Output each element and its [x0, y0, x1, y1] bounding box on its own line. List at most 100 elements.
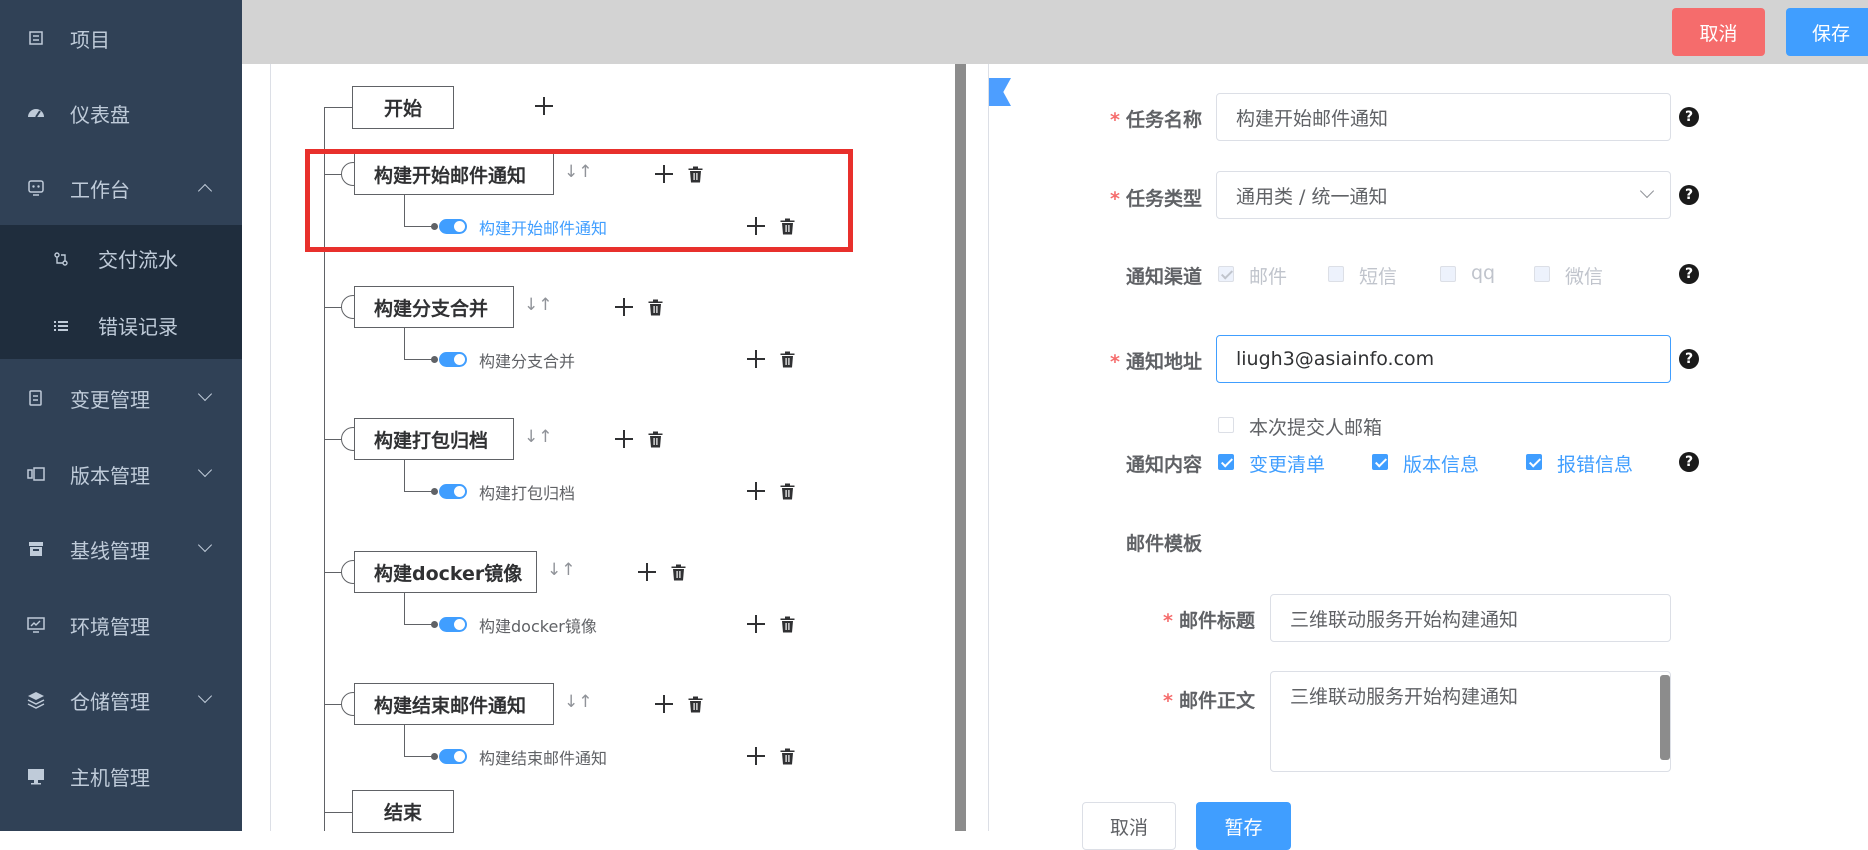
delete-icon[interactable]	[648, 431, 663, 448]
sidebar-item-environment[interactable]: 环境管理	[0, 587, 242, 663]
sort-icon[interactable]: ↓↑	[524, 427, 553, 447]
help-icon[interactable]: ?	[1679, 349, 1699, 369]
panel-border	[988, 64, 989, 831]
connector	[404, 491, 432, 492]
sidebar-item-label: 错误记录	[98, 315, 178, 339]
task-name-label: * 任务名称	[1110, 109, 1202, 131]
cancel-button[interactable]: 取消	[1672, 8, 1765, 56]
add-task-icon[interactable]	[746, 746, 766, 766]
mail-body-textarea[interactable]: 三维联动服务开始构建通知	[1270, 671, 1671, 772]
help-icon[interactable]: ?	[1679, 107, 1699, 127]
textarea-scrollbar[interactable]	[1660, 675, 1670, 760]
submitter-email-checkbox[interactable]	[1218, 417, 1234, 433]
mail-body-label: * 邮件正文	[1163, 690, 1255, 712]
mail-title-input[interactable]: 三维联动服务开始构建通知	[1270, 594, 1671, 642]
save-button[interactable]: 保存	[1786, 8, 1868, 56]
add-node-icon[interactable]	[654, 694, 674, 714]
form-cancel-button[interactable]: 取消	[1082, 802, 1176, 850]
connector	[404, 593, 405, 624]
add-node-icon[interactable]	[534, 96, 554, 116]
delete-icon[interactable]	[780, 616, 795, 633]
help-icon[interactable]: ?	[1679, 452, 1699, 472]
flow-node[interactable]: 构建结束邮件通知	[354, 683, 554, 725]
sidebar-item-project[interactable]: 项目	[0, 0, 242, 76]
flow-node[interactable]: 构建docker镜像	[354, 551, 537, 593]
sub-task-label[interactable]: 构建结束邮件通知	[479, 745, 607, 769]
task-type-label: * 任务类型	[1110, 188, 1202, 210]
add-task-icon[interactable]	[746, 349, 766, 369]
help-icon[interactable]: ?	[1679, 185, 1699, 205]
delete-icon[interactable]	[780, 483, 795, 500]
add-task-icon[interactable]	[746, 614, 766, 634]
connector	[404, 359, 432, 360]
channel-qq-checkbox[interactable]	[1440, 266, 1456, 282]
delete-icon[interactable]	[671, 564, 686, 581]
sidebar-item-host[interactable]: 主机管理	[0, 738, 242, 814]
sort-icon[interactable]: ↓↑	[547, 560, 576, 580]
delete-icon[interactable]	[780, 351, 795, 368]
delete-icon[interactable]	[648, 299, 663, 316]
task-toggle[interactable]	[439, 352, 467, 367]
help-icon[interactable]: ?	[1679, 264, 1699, 284]
task-type-value: 通用类 / 统一通知	[1236, 185, 1388, 208]
sidebar-item-label: 主机管理	[70, 765, 150, 790]
sidebar-item-pipeline[interactable]: 交付流水	[0, 225, 242, 292]
flow-start-node[interactable]: 开始	[352, 86, 454, 129]
delete-icon[interactable]	[688, 696, 703, 713]
content-version-checkbox[interactable]	[1372, 454, 1388, 470]
add-task-icon[interactable]	[746, 481, 766, 501]
sidebar-item-dashboard[interactable]: 仪表盘	[0, 75, 242, 151]
task-toggle[interactable]	[439, 484, 467, 499]
channel-wechat-checkbox[interactable]	[1534, 266, 1550, 282]
task-name-input[interactable]: 构建开始邮件通知	[1216, 93, 1671, 141]
sub-task-label[interactable]: 构建打包归档	[479, 480, 575, 504]
chevron-down-icon	[197, 537, 213, 553]
connector-dot	[431, 753, 438, 760]
sort-icon[interactable]: ↓↑	[564, 692, 593, 712]
sidebar-item-label: 仪表盘	[70, 102, 130, 127]
version-icon	[26, 464, 46, 484]
sidebar-item-baseline[interactable]: 基线管理	[0, 511, 242, 587]
sidebar-item-error-log[interactable]: 错误记录	[0, 292, 242, 359]
mail-title-label: * 邮件标题	[1163, 610, 1255, 632]
sub-task-label[interactable]: 构建分支合并	[479, 348, 575, 372]
address-input[interactable]: liugh3@asiainfo.com	[1216, 335, 1671, 383]
change-icon	[26, 388, 46, 408]
content-errors-checkbox[interactable]	[1526, 454, 1542, 470]
flow-node[interactable]: 构建打包归档	[354, 418, 514, 460]
flow-end-node[interactable]: 结束	[352, 790, 454, 833]
sidebar-submenu: 交付流水 错误记录	[0, 225, 242, 359]
task-toggle[interactable]	[439, 617, 467, 632]
sidebar-item-storage[interactable]: 仓储管理	[0, 662, 242, 738]
submitter-email-label: 本次提交人邮箱	[1249, 417, 1383, 439]
add-node-icon[interactable]	[614, 297, 634, 317]
connector	[324, 307, 342, 308]
dashboard-icon	[26, 103, 46, 123]
connector-dot	[431, 356, 438, 363]
sidebar-item-label: 项目	[70, 27, 110, 52]
top-bar	[242, 0, 1868, 64]
flag-icon	[989, 78, 1011, 106]
channel-sms-checkbox[interactable]	[1328, 266, 1344, 282]
connector	[404, 328, 405, 359]
sidebar-item-workbench[interactable]: 工作台	[0, 150, 242, 226]
task-toggle[interactable]	[439, 749, 467, 764]
connector	[324, 107, 352, 108]
content-changes-checkbox[interactable]	[1218, 454, 1234, 470]
sub-task-label[interactable]: 构建docker镜像	[479, 613, 597, 637]
flow-node[interactable]: 构建分支合并	[354, 286, 514, 328]
task-type-select[interactable]: 通用类 / 统一通知	[1216, 171, 1671, 219]
sort-icon[interactable]: ↓↑	[524, 295, 553, 315]
connector	[324, 439, 342, 440]
delete-icon[interactable]	[780, 748, 795, 765]
form-save-button[interactable]: 暂存	[1196, 802, 1291, 850]
panel-divider[interactable]	[955, 64, 966, 831]
sidebar-item-version[interactable]: 版本管理	[0, 436, 242, 512]
channel-mail-checkbox[interactable]	[1218, 266, 1234, 282]
sidebar-item-label: 工作台	[70, 177, 130, 202]
sidebar-item-change[interactable]: 变更管理	[0, 360, 242, 436]
sidebar-item-label: 变更管理	[70, 387, 150, 412]
connector	[324, 704, 342, 705]
add-node-icon[interactable]	[637, 562, 657, 582]
add-node-icon[interactable]	[614, 429, 634, 449]
